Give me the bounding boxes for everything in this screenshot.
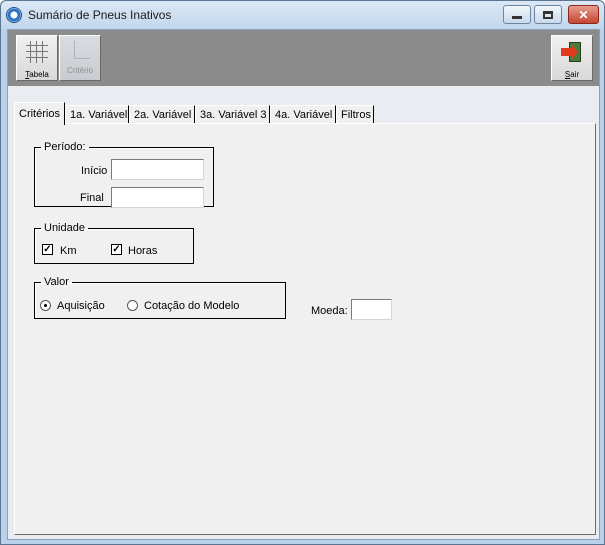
criterios-panel: Período: Início Final Unidade ✓ Km ✓ Hor… [14,123,596,535]
minimize-icon [512,16,522,19]
tabela-label: Tabela [25,70,49,79]
title-bar[interactable]: Sumário de Pneus Inativos ✕ [1,1,604,29]
tab-criterios[interactable]: Critérios [14,102,65,125]
unidade-group: Unidade [34,222,194,264]
km-label: Km [60,245,77,257]
cotacao-modelo-label: Cotação do Modelo [144,300,240,312]
final-label: Final [80,192,104,204]
close-icon: ✕ [578,7,589,22]
criteria-icon [74,41,90,59]
app-window: Sumário de Pneus Inativos ✕ Tabela Crité… [0,0,605,545]
tab-2a-variavel[interactable]: 2a. Variável [129,105,195,124]
app-icon [6,7,22,23]
horas-label: Horas [128,245,158,257]
client-area: Tabela Critério Sair Critérios 1a. Variá… [7,29,600,540]
toolbar: Tabela Critério Sair [8,30,599,86]
tab-filtros[interactable]: Filtros [336,105,374,124]
tab-1a-variavel[interactable]: 1a. Variável [65,105,129,124]
tabela-button[interactable]: Tabela [16,35,58,81]
window-title: Sumário de Pneus Inativos [28,8,172,22]
moeda-label: Moeda: [311,305,348,317]
sair-button[interactable]: Sair [551,35,593,81]
final-input[interactable] [111,187,204,208]
moeda-input[interactable] [351,299,392,320]
valor-group: Valor [34,276,286,319]
km-checkbox[interactable]: ✓ [42,244,53,255]
inicio-label: Início [81,165,108,177]
unidade-legend: Unidade [44,222,85,234]
tab-3a-variavel[interactable]: 3a. Variável 3 [195,105,270,124]
cotacao-modelo-radio[interactable] [127,300,138,311]
horas-checkbox[interactable]: ✓ [111,244,122,255]
close-button[interactable]: ✕ [568,5,599,24]
tab-4a-variavel[interactable]: 4a. Variável [270,105,336,124]
sair-label: Sair [564,70,580,79]
maximize-button[interactable] [534,5,562,24]
maximize-icon [543,10,553,19]
minimize-button[interactable] [503,5,531,24]
periodo-legend: Período: [44,141,86,153]
aquisicao-label: Aquisição [57,300,105,312]
exit-door-icon [561,41,583,63]
table-grid-icon [26,41,48,63]
valor-legend: Valor [44,276,69,288]
aquisicao-radio[interactable] [40,300,51,311]
criterio-button[interactable]: Critério [59,35,101,81]
inicio-input[interactable] [111,159,204,180]
criterio-label: Critério [67,66,93,75]
